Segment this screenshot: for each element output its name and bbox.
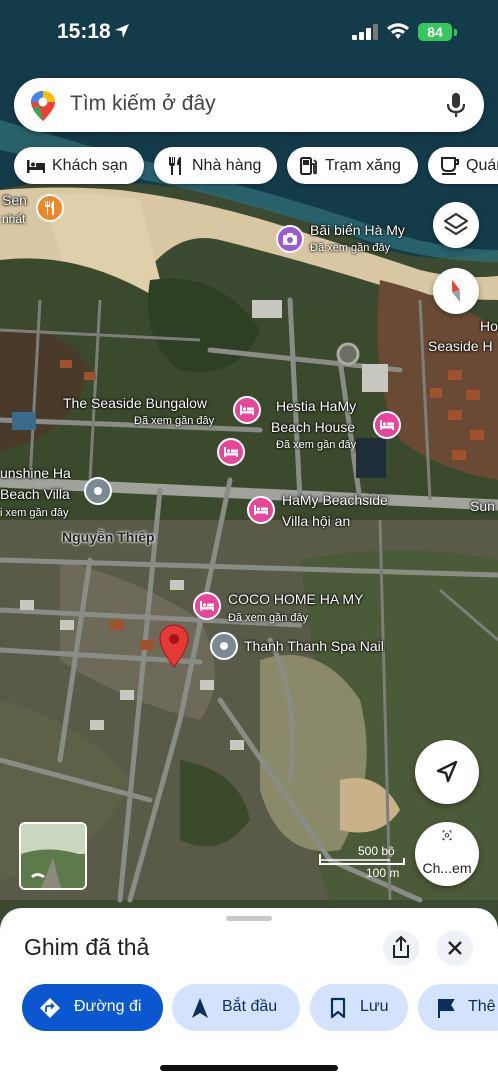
restaurant-pin[interactable] [36, 194, 64, 222]
my-location-button[interactable] [415, 740, 479, 804]
chip-label: Quán [466, 157, 498, 174]
category-chips: Khách sạn Nhà hàng Trạm xăng Quán [0, 147, 498, 185]
hotel-pin[interactable] [233, 396, 261, 424]
directions-icon [40, 998, 60, 1018]
gas-station-icon [300, 157, 317, 175]
street-view-button[interactable]: Ch...em [415, 822, 479, 886]
chip-hotels[interactable]: Khách sạn [14, 147, 144, 184]
bed-icon [380, 420, 394, 430]
place-label[interactable]: Sen [2, 192, 27, 208]
status-time: 15:18 [57, 20, 111, 43]
close-button[interactable] [437, 930, 473, 966]
scale-meters: 100 m [366, 866, 400, 880]
bed-icon [27, 160, 45, 173]
restaurant-icon [45, 201, 54, 215]
dropped-pin-icon[interactable] [159, 624, 189, 668]
place-label[interactable]: HaMy Beachside [282, 492, 388, 508]
hotel-pin[interactable] [247, 496, 275, 524]
cellular-signal-icon [352, 24, 378, 40]
bed-icon [240, 405, 254, 415]
map-scale: 500 bộ 100 m [318, 844, 408, 884]
chip-label: Trạm xăng [325, 157, 401, 174]
place-label[interactable]: Villa hội an [282, 513, 350, 529]
share-icon [393, 935, 409, 958]
dot-icon [94, 487, 102, 495]
battery-indicator: 84 [418, 23, 452, 41]
place-pin[interactable] [210, 632, 238, 660]
status-bar: 15:18 84 [0, 0, 498, 64]
layers-button[interactable] [433, 202, 479, 248]
place-sublabel: Đã xem gần đây [276, 439, 357, 451]
place-sublabel: Đã xem gần đây [228, 612, 309, 624]
restaurant-icon [169, 157, 181, 175]
street-label: Nguyễn Thiếp [62, 529, 155, 545]
street-view-thumbnail[interactable] [19, 822, 87, 890]
save-label: Lưu [360, 998, 389, 1015]
share-button[interactable] [383, 930, 419, 966]
street-view-label: Ch...em [422, 860, 472, 876]
place-label[interactable]: Beach Villa [0, 486, 70, 502]
compass-button[interactable] [433, 268, 479, 314]
place-label[interactable]: Sun [470, 498, 495, 514]
layers-icon [443, 212, 469, 236]
place-sublabel: nhất [2, 212, 26, 226]
camera-scan-icon [442, 830, 452, 841]
bed-icon [254, 505, 268, 515]
search-input[interactable]: Tìm kiếm ở đây [70, 92, 216, 116]
place-label[interactable]: Seaside H [428, 338, 493, 354]
bed-icon [200, 601, 214, 611]
street-view-preview [21, 824, 85, 888]
place-sublabel: i xem gần đây [0, 507, 69, 519]
hotel-pin[interactable] [193, 592, 221, 620]
place-label[interactable]: The Seaside Bungalow [63, 395, 207, 411]
directions-label: Đường đi [74, 998, 142, 1015]
navigation-arrow-icon [436, 760, 458, 783]
chip-label: Nhà hàng [192, 157, 262, 174]
dot-icon [220, 642, 228, 650]
location-arrow-icon [115, 24, 129, 38]
place-label[interactable]: Beach House [271, 419, 355, 435]
label-button[interactable]: Thê [418, 984, 498, 1031]
search-bar[interactable]: Tìm kiếm ở đây [14, 78, 484, 132]
google-maps-logo-icon [31, 91, 55, 121]
close-icon [448, 941, 462, 955]
coffee-icon [441, 157, 459, 175]
start-button[interactable]: Bắt đầu [172, 984, 300, 1031]
bottom-sheet: Ghim đã thả Đường đi Bắt đầu Lưu Thê [0, 908, 498, 1080]
compass-icon [451, 279, 461, 303]
place-label[interactable]: Bãi biển Hà My [310, 222, 405, 238]
chip-cafes[interactable]: Quán [428, 147, 498, 184]
save-button[interactable]: Lưu [310, 984, 408, 1031]
sheet-title: Ghim đã thả [24, 934, 150, 960]
place-sublabel: Đã xem gần đây [310, 242, 391, 254]
place-label[interactable]: Ho [480, 318, 498, 334]
microphone-icon[interactable] [444, 91, 468, 119]
place-label[interactable]: Hestia HaMy [276, 398, 356, 414]
flag-icon [438, 999, 455, 1018]
chip-label: Khách sạn [52, 157, 128, 174]
home-indicator[interactable] [160, 1065, 338, 1071]
place-sublabel: Đã xem gần đây [134, 415, 215, 427]
photo-spot-pin[interactable] [276, 225, 304, 253]
label-label: Thê [468, 998, 496, 1015]
place-label[interactable]: Thanh Thanh Spa Nail [244, 638, 384, 654]
start-label: Bắt đầu [222, 998, 278, 1015]
chip-gas-stations[interactable]: Trạm xăng [287, 147, 418, 184]
drag-handle[interactable] [226, 916, 272, 921]
hotel-pin[interactable] [217, 438, 245, 466]
camera-icon [283, 233, 297, 245]
battery-cap [454, 29, 457, 36]
bed-icon [224, 447, 238, 457]
hotel-pin[interactable] [373, 411, 401, 439]
bookmark-icon [330, 997, 346, 1019]
place-label[interactable]: unshine Ha [0, 465, 71, 481]
chip-restaurants[interactable]: Nhà hàng [154, 147, 277, 184]
place-label[interactable]: COCO HOME HA MY [228, 591, 363, 607]
wifi-icon [387, 23, 409, 39]
scale-bar [319, 854, 405, 865]
navigation-arrow-icon [192, 998, 208, 1018]
directions-button[interactable]: Đường đi [22, 984, 163, 1031]
place-pin[interactable] [84, 477, 112, 505]
